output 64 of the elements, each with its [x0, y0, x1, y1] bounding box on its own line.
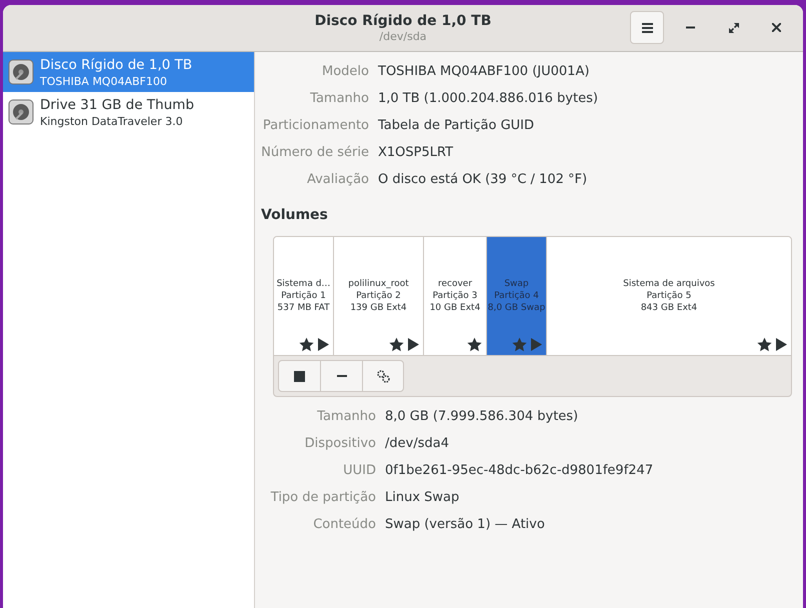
field-label: Tamanho: [309, 90, 370, 108]
field-value: 8,0 GB (7.999.586.304 bytes): [385, 408, 580, 426]
drive-list-item[interactable]: Drive 31 GB de Thumb Kingston DataTraveler 3.0: [3, 92, 254, 132]
partition-label: Swap: [504, 278, 529, 290]
partition-label: Sistema de arquivos: [623, 278, 715, 290]
menu-icon: [642, 22, 652, 32]
field-label: Conteúdo: [312, 516, 377, 534]
partition-number: Partição 5: [646, 290, 692, 302]
drive-name: Disco Rígido de 1,0 TB: [40, 56, 192, 74]
partition-segment[interactable]: polilinux_root Partição 2 139 GB Ext4: [333, 237, 423, 355]
field-label: Particionamento: [262, 117, 370, 135]
minimize-icon: [686, 26, 695, 29]
play-icon: [531, 338, 542, 351]
partition-segment[interactable]: Sistema d… Partição 1 537 MB FAT: [274, 237, 333, 355]
partition-segment[interactable]: Sistema de arquivos Partição 5 843 GB Ext4: [546, 237, 791, 355]
partition-label: polilinux_root: [348, 278, 409, 290]
play-icon: [408, 338, 419, 351]
field-value: 0f1be261-95ec-48dc-b62c-d9801fe9f247: [385, 462, 654, 480]
field-value: O disco está OK (39 °C / 102 °F): [378, 171, 588, 189]
play-icon: [776, 338, 787, 351]
menu-button[interactable]: [630, 11, 664, 44]
field-value: TOSHIBA MQ04ABF100 (JU001A): [378, 63, 590, 81]
play-icon: [318, 338, 329, 351]
drive-model: TOSHIBA MQ04ABF100: [40, 74, 168, 88]
field-value: X1OSP5LRT: [378, 144, 454, 162]
field-label: Modelo: [321, 63, 370, 81]
window-title: Disco Rígido de 1,0 TB: [314, 12, 492, 30]
star-icon: [757, 337, 772, 352]
partition-label: recover: [438, 278, 472, 290]
field-value: Linux Swap: [385, 489, 460, 507]
partition-number: Partição 4: [494, 290, 539, 302]
stop-icon: [294, 370, 305, 382]
field-label: Avaliação: [306, 171, 370, 189]
gears-icon: [376, 369, 390, 383]
field-value: 1,0 TB (1.000.204.886.016 bytes): [378, 90, 599, 108]
partition-size: 139 GB Ext4: [350, 302, 407, 314]
window-subtitle: /dev/sda: [379, 30, 427, 44]
field-label: Tipo de partição: [270, 489, 377, 507]
minus-icon: [336, 375, 346, 377]
drive-name: Drive 31 GB de Thumb: [40, 96, 194, 114]
partition-label: Sistema d…: [276, 278, 330, 290]
volumes-heading: Volumes: [261, 206, 329, 225]
drive-model: Kingston DataTraveler 3.0: [40, 114, 184, 128]
partition-number: Partição 1: [281, 290, 326, 302]
drive-list-item[interactable]: Disco Rígido de 1,0 TB TOSHIBA MQ04ABF100: [3, 52, 254, 92]
star-icon: [389, 337, 404, 352]
field-value: Tabela de Partição GUID: [378, 117, 536, 135]
maximize-icon: [728, 22, 738, 32]
close-icon: [772, 23, 781, 32]
partition-size: 8,0 GB Swap: [488, 302, 546, 314]
field-label: Dispositivo: [304, 435, 377, 453]
star-icon: [467, 337, 482, 352]
field-value: /dev/sda4: [385, 435, 450, 453]
field-value: Swap (versão 1) — Ativo: [385, 516, 546, 534]
field-label: UUID: [342, 462, 377, 480]
partition-size: 843 GB Ext4: [640, 302, 698, 314]
star-icon: [299, 337, 314, 352]
partition-number: Partição 3: [432, 290, 478, 302]
field-label: Tamanho: [316, 408, 377, 426]
field-label: Número de série: [261, 144, 370, 162]
partition-number: Partição 2: [356, 290, 401, 302]
partition-size: 537 MB FAT: [277, 302, 330, 314]
partition-size: 10 GB Ext4: [430, 302, 480, 314]
star-icon: [512, 337, 527, 352]
